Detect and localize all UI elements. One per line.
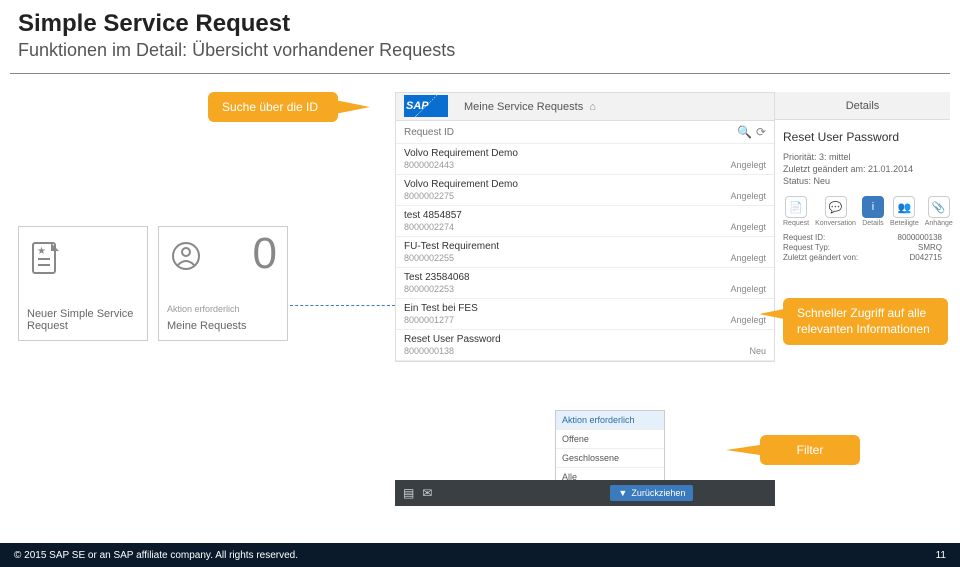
slide-subtitle: Funktionen im Detail: Übersicht vorhande…	[18, 40, 942, 61]
divider	[10, 73, 950, 74]
mail-icon[interactable]: ✉	[422, 486, 432, 500]
home-icon[interactable]: ⌂	[589, 101, 596, 113]
list-item-title: Ein Test bei FES	[404, 303, 478, 314]
list-item-id: 8000002253	[404, 284, 470, 294]
search-icon[interactable]: 🔍	[737, 125, 752, 139]
list-item[interactable]: test 48548578000002274 Angelegt	[396, 206, 774, 237]
app-footer-bar: ▤ ✉ ▼ Zurückziehen	[395, 480, 775, 506]
list-item-id: 8000001277	[404, 315, 478, 325]
app-window: SAP Meine Service Requests ⌂ 🔍 ⟳ Volvo R…	[395, 92, 775, 362]
app-header: SAP Meine Service Requests ⌂	[396, 93, 774, 121]
page-number: 11	[936, 550, 946, 561]
withdraw-label: Zurückziehen	[631, 488, 685, 498]
list-item-title: test 4854857	[404, 210, 462, 221]
list-item-title: FU-Test Requirement	[404, 241, 499, 252]
list-item-status: Angelegt	[730, 191, 766, 201]
svg-text:★: ★	[37, 246, 46, 257]
sap-logo: SAP	[404, 95, 448, 117]
app-header-title: Meine Service Requests	[464, 101, 583, 113]
details-tab-anhänge[interactable]: 📎 Anhänge	[925, 196, 953, 227]
dropdown-item[interactable]: Offene	[556, 430, 664, 449]
connector-line	[290, 305, 395, 306]
tab-icon: 👥	[893, 196, 915, 218]
list-item[interactable]: FU-Test Requirement8000002255 Angelegt	[396, 237, 774, 268]
list-item[interactable]: Reset User Password8000000138 Neu	[396, 330, 774, 361]
tile-label: Meine Requests	[167, 320, 279, 332]
list-item-id: 8000002274	[404, 222, 462, 232]
request-list: Volvo Requirement Demo8000002443Angelegt…	[396, 144, 774, 361]
tab-label: Konversation	[815, 220, 856, 227]
copyright: © 2015 SAP SE or an SAP affiliate compan…	[14, 550, 298, 561]
details-info-row: Request ID:8000000138	[783, 233, 942, 242]
list-item-title: Reset User Password	[404, 334, 501, 345]
document-star-icon: ★	[31, 241, 141, 285]
list-item-title: Volvo Requirement Demo	[404, 148, 518, 159]
list-item-status: Angelegt	[730, 222, 766, 232]
callout-filter: Filter	[760, 435, 860, 465]
withdraw-button[interactable]: ▼ Zurückziehen	[610, 485, 693, 501]
details-info-row: Zuletzt geändert von:D042715	[783, 253, 942, 262]
list-item[interactable]: Volvo Requirement Demo8000002443 Angelegt	[396, 144, 774, 175]
details-tab-konversation[interactable]: 💬 Konversation	[815, 196, 856, 227]
details-tab-details[interactable]: i Details	[862, 196, 884, 227]
callout-info: Schneller Zugriff auf alle relevanten In…	[783, 298, 948, 345]
list-item-status: Angelegt	[730, 284, 766, 294]
tile-new-request[interactable]: ★ Neuer Simple Service Request	[18, 226, 148, 341]
dropdown-item[interactable]: Geschlossene	[556, 449, 664, 468]
list-item-id: 8000002275	[404, 191, 518, 201]
tile-my-requests[interactable]: 0 Aktion erforderlich Meine Requests	[158, 226, 288, 341]
details-info-row: Request Typ:SMRQ	[783, 243, 942, 252]
list-item[interactable]: Volvo Requirement Demo8000002275 Angelegt	[396, 175, 774, 206]
list-item[interactable]: Test 235840688000002253 Angelegt	[396, 268, 774, 299]
details-tab-request[interactable]: 📄 Request	[783, 196, 809, 227]
tab-label: Request	[783, 220, 809, 227]
callout-search: Suche über die ID	[208, 92, 338, 122]
list-item-status: Neu	[749, 346, 766, 356]
details-status: Status: Neu	[783, 176, 942, 186]
list-item-status: Angelegt	[730, 253, 766, 263]
slide-footer: © 2015 SAP SE or an SAP affiliate compan…	[0, 543, 960, 567]
filter-icon: ▼	[618, 488, 627, 498]
slide-title: Simple Service Request	[18, 10, 942, 38]
details-priority: Priorität: 3: mittel	[783, 152, 942, 162]
list-item-id: 8000002443	[404, 160, 518, 170]
details-changed: Zuletzt geändert am: 21.01.2014	[783, 164, 942, 174]
search-input[interactable]	[404, 127, 733, 138]
tab-icon: 💬	[825, 196, 847, 218]
details-info: Request ID:8000000138Request Typ:SMRQZul…	[783, 233, 942, 262]
details-title: Reset User Password	[783, 130, 942, 144]
refresh-icon[interactable]: ⟳	[756, 125, 766, 139]
page-icon[interactable]: ▤	[403, 486, 414, 500]
list-item-id: 8000000138	[404, 346, 501, 356]
filter-dropdown[interactable]: Aktion erforderlichOffeneGeschlosseneAll…	[555, 410, 665, 488]
list-item[interactable]: Ein Test bei FES8000001277Angelegt	[396, 299, 774, 330]
tab-icon: i	[862, 196, 884, 218]
dropdown-item[interactable]: Aktion erforderlich	[556, 411, 664, 430]
tab-icon: 📎	[928, 196, 950, 218]
tile-label: Neuer Simple Service Request	[27, 308, 139, 332]
list-item-id: 8000002255	[404, 253, 499, 263]
list-item-title: Volvo Requirement Demo	[404, 179, 518, 190]
tab-icon: 📄	[785, 196, 807, 218]
tab-label: Anhänge	[925, 220, 953, 227]
list-item-status: Angelegt	[730, 160, 766, 170]
details-panel: Details Reset User Password Priorität: 3…	[775, 92, 950, 273]
search-row: 🔍 ⟳	[396, 121, 774, 144]
tab-label: Beteiligte	[890, 220, 919, 227]
tab-label: Details	[862, 220, 883, 227]
tile-sublabel: Aktion erforderlich	[167, 304, 279, 314]
tile-count: 0	[253, 229, 277, 279]
list-item-title: Test 23584068	[404, 272, 470, 283]
details-tabs: 📄 Request 💬 Konversation i Details 👥 Beteiligte…	[783, 196, 942, 227]
details-tab-beteiligte[interactable]: 👥 Beteiligte	[890, 196, 919, 227]
details-header: Details	[775, 92, 950, 120]
